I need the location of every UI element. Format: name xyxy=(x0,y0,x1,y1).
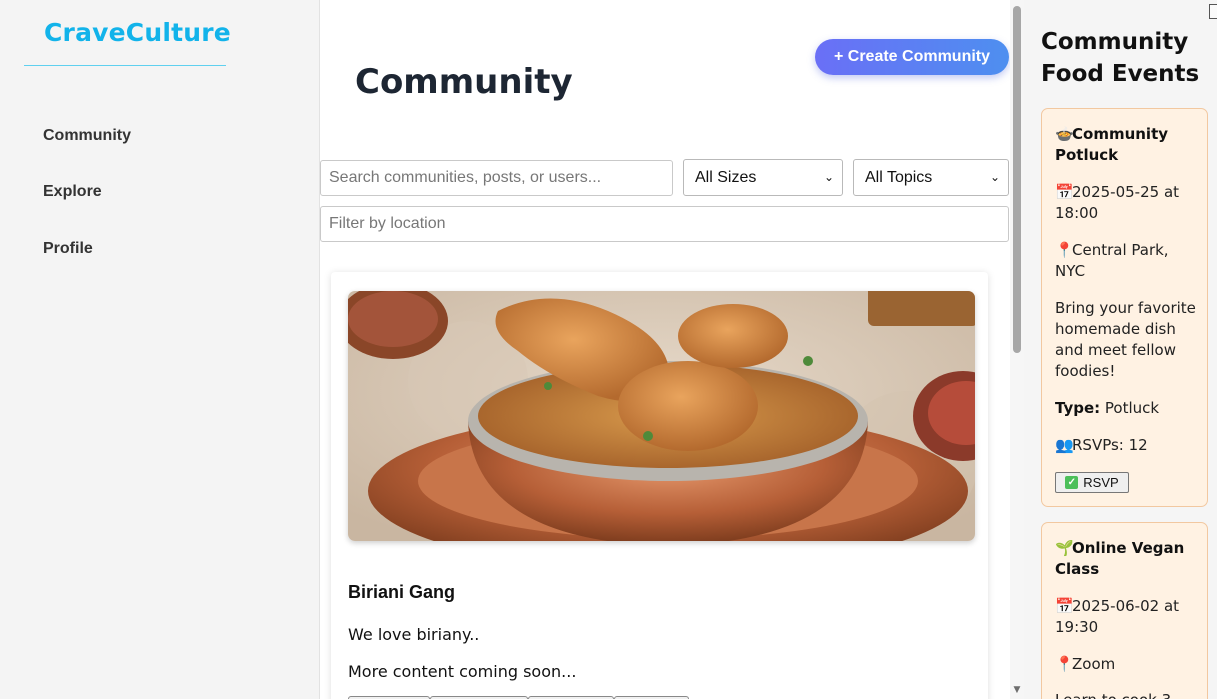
event-datetime: 📅2025-06-02 at 19:30 xyxy=(1055,597,1180,636)
seedling-icon: 🌱 xyxy=(1055,539,1074,557)
nav-item-community[interactable]: Community xyxy=(43,127,131,145)
community-title[interactable]: Biriani Gang xyxy=(348,582,455,603)
main-content: + Create Community Community All Sizes ⌄… xyxy=(320,0,1012,699)
event-description: Bring your favorite homemade dish and me… xyxy=(1055,299,1196,380)
events-panel-title: Community Food Events xyxy=(1041,29,1200,87)
people-icon: 👥 xyxy=(1055,436,1074,454)
chevron-down-icon: ⌄ xyxy=(823,170,834,184)
window-control-box[interactable] xyxy=(1209,4,1217,19)
potluck-bowl-icon: 🍲 xyxy=(1055,125,1074,143)
community-more-text: More content coming soon... xyxy=(348,662,577,681)
event-location: 📍Zoom xyxy=(1055,655,1116,673)
topic-filter-value: All Topics xyxy=(865,169,933,186)
community-image xyxy=(348,291,975,541)
nav-item-explore[interactable]: Explore xyxy=(43,183,102,201)
event-title: 🌱Online Vegan Class xyxy=(1055,539,1185,578)
page-title: Community xyxy=(355,62,573,102)
events-panel: Community Food Events 🍲Community Potluck… xyxy=(1024,0,1217,699)
location-filter-input[interactable] xyxy=(320,206,1009,242)
location-pin-icon: 📍 xyxy=(1055,241,1074,259)
event-card: 🌱Online Vegan Class 📅2025-06-02 at 19:30… xyxy=(1041,522,1208,699)
event-card: 🍲Community Potluck 📅2025-05-25 at 18:00 … xyxy=(1041,108,1208,507)
brand-logo[interactable]: CraveCulture xyxy=(44,18,231,47)
brand-divider xyxy=(24,65,226,66)
event-title: 🍲Community Potluck xyxy=(1055,125,1169,164)
community-description: We love biriany.. xyxy=(348,625,480,644)
size-filter-select[interactable]: All Sizes ⌄ xyxy=(683,159,843,196)
size-filter-value: All Sizes xyxy=(695,169,757,186)
community-card[interactable]: Biriani Gang We love biriany.. More cont… xyxy=(331,272,988,699)
event-rsvps: 👥RSVPs: 12 xyxy=(1055,436,1148,454)
event-location: 📍Central Park, NYC xyxy=(1055,241,1169,280)
chevron-down-icon: ⌄ xyxy=(989,170,1000,184)
location-pin-icon: 📍 xyxy=(1055,655,1074,673)
check-icon: ✓ xyxy=(1065,476,1079,489)
nav-item-profile[interactable]: Profile xyxy=(43,240,93,258)
topic-filter-select[interactable]: All Topics ⌄ xyxy=(853,159,1009,196)
event-datetime: 📅2025-05-25 at 18:00 xyxy=(1055,183,1180,222)
search-input[interactable] xyxy=(320,160,673,196)
calendar-icon: 📅 xyxy=(1055,597,1074,615)
sidebar: CraveCulture Community Explore Profile xyxy=(0,0,320,699)
create-community-button[interactable]: + Create Community xyxy=(815,39,1009,75)
rsvp-button[interactable]: ✓ RSVP xyxy=(1055,472,1129,493)
event-type: Type: Potluck xyxy=(1055,399,1160,417)
scroll-down-icon[interactable]: ▼ xyxy=(1011,685,1023,695)
event-description: Learn to cook 3 xyxy=(1055,690,1200,699)
scrollbar-thumb[interactable] xyxy=(1013,6,1021,353)
calendar-icon: 📅 xyxy=(1055,183,1074,201)
